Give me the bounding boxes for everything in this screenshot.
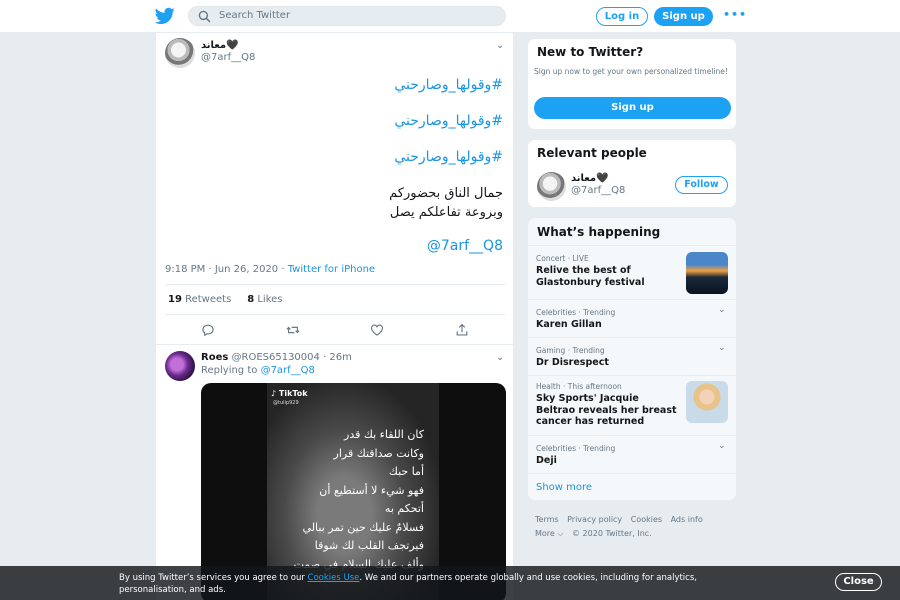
tweet-timestamp: 9:18 PM · Jun 26, 2020 · Twitter for iPh… <box>165 264 375 275</box>
tweet-author-handle[interactable]: @7arf__Q8 <box>201 52 255 63</box>
trend-item[interactable]: Gaming · Trending Dr Disrespect ⌄ <box>528 337 736 375</box>
caption-line: وكانت صداقتك قرار <box>333 446 424 460</box>
video-caption-text: كان اللقاء بك قدر وكانت صداقتك قرار أما … <box>264 426 424 574</box>
reply-author: Roes @ROES65130004 · 26m <box>201 352 352 363</box>
tweet-text-line: وبروعة تفاعلكم يصل <box>389 205 503 220</box>
cookie-text-before: By using Twitter’s services you agree to… <box>119 573 308 583</box>
footer-link-privacy[interactable]: Privacy policy <box>567 515 622 524</box>
footer-link-cookies[interactable]: Cookies <box>631 515 662 524</box>
caption-line: فسلامٌ عليك حين تمر ببالي <box>302 520 424 534</box>
avatar[interactable] <box>165 351 195 381</box>
footer-more-link[interactable]: More ⌵ <box>535 529 563 538</box>
trend-name: Sky Sports' Jacquie Beltrao reveals her … <box>536 393 677 427</box>
card-subtitle: Sign up now to get your own personalized… <box>534 67 728 76</box>
share-icon[interactable] <box>455 323 469 337</box>
copyright: © 2020 Twitter, Inc. <box>572 529 652 538</box>
caption-line: أتحكم به <box>384 502 424 515</box>
caption-line: أما حبك <box>388 465 424 478</box>
tiktok-username: @tulip929 <box>273 400 299 406</box>
trend-item[interactable]: Celebrities · Trending Karen Gillan ⌄ <box>528 299 736 337</box>
twitter-bird-icon[interactable] <box>155 7 175 25</box>
relevant-person-name[interactable]: معاند🖤 <box>571 173 609 184</box>
reply-tweet: Roes @ROES65130004 · 26m ⌄ Replying to @… <box>156 346 513 600</box>
caption-line: كان اللقاء بك قدر <box>344 428 424 441</box>
hashtag-link[interactable]: #وقولها_وصارحني <box>394 77 503 93</box>
retweet-icon[interactable] <box>286 323 300 337</box>
footer-link-terms[interactable]: Terms <box>535 515 559 524</box>
caption-line: فهو شيء لا أستطيع أن <box>319 483 424 497</box>
tweet-source-link[interactable]: Twitter for iPhone <box>288 264 375 275</box>
trend-item[interactable]: Celebrities · Trending Deji ⌄ <box>528 435 736 473</box>
chevron-down-icon[interactable]: ⌄ <box>496 40 504 51</box>
chevron-down-icon[interactable]: ⌄ <box>718 305 726 315</box>
retweets-label[interactable]: Retweets <box>185 294 231 305</box>
card-title: What’s happening <box>537 225 661 239</box>
caption-line: فيرتجف القلب لك شوقا <box>314 539 424 552</box>
chevron-down-icon[interactable]: ⌄ <box>718 441 726 451</box>
mention-link[interactable]: @7arf__Q8 <box>427 238 503 254</box>
cookie-text: By using Twitter’s services you agree to… <box>119 572 729 596</box>
trend-context: Health · This afternoon <box>536 382 622 391</box>
retweets-count[interactable]: 19 <box>168 294 182 305</box>
divider <box>528 473 736 474</box>
trend-context: Celebrities · Trending <box>536 308 616 317</box>
trend-thumbnail <box>686 381 728 423</box>
signup-button[interactable]: Sign up <box>654 7 713 26</box>
card-title: New to Twitter? <box>537 45 644 59</box>
card-title: Relevant people <box>537 146 647 160</box>
trend-name: Deji <box>536 455 557 466</box>
search-input[interactable]: Search Twitter <box>188 6 506 26</box>
trend-context: Gaming · Trending <box>536 346 605 355</box>
trend-name: Relive the best of Glastonbury festival <box>536 265 645 288</box>
search-placeholder: Search Twitter <box>219 10 291 21</box>
trend-thumbnail <box>686 252 728 294</box>
reply-author-name[interactable]: Roes <box>201 352 228 363</box>
tweet-stats: 19 Retweets 8 Likes <box>168 294 283 305</box>
replying-handle-link[interactable]: @7arf__Q8 <box>261 365 315 376</box>
reply-icon[interactable] <box>201 323 215 337</box>
avatar[interactable] <box>537 172 566 201</box>
more-options-icon[interactable]: ••• <box>723 8 747 21</box>
likes-label[interactable]: Likes <box>257 294 282 305</box>
replying-to: Replying to @7arf__Q8 <box>201 365 315 376</box>
show-more-link[interactable]: Show more <box>536 482 592 493</box>
follow-button[interactable]: Follow <box>675 176 728 194</box>
divider <box>165 314 505 315</box>
footer: Terms Privacy policy Cookies Ads info Mo… <box>535 513 735 541</box>
trend-context: Celebrities · Trending <box>536 444 616 453</box>
tweet-author-name[interactable]: معاند🖤 <box>201 40 239 51</box>
trend-item[interactable]: Health · This afternoon Sky Sports' Jacq… <box>528 375 736 435</box>
main-timeline: معاند🖤 @7arf__Q8 ⌄ #وقولها_وصارحني #وقول… <box>155 33 514 600</box>
relevant-people-card: Relevant people معاند🖤 @7arf__Q8 Follow <box>527 139 737 208</box>
chevron-down-icon[interactable]: ⌄ <box>496 352 504 363</box>
trend-item[interactable]: Concert · LIVE Relive the best of Glasto… <box>528 245 736 299</box>
hashtag-link[interactable]: #وقولها_وصارحني <box>394 149 503 165</box>
hashtag-link[interactable]: #وقولها_وصارحني <box>394 113 503 129</box>
login-button[interactable]: Log in <box>596 7 648 26</box>
top-navigation-bar: Search Twitter Log in Sign up ••• <box>0 0 900 33</box>
footer-link-ads-info[interactable]: Ads info <box>671 515 703 524</box>
whats-happening-card: What’s happening Concert · LIVE Relive t… <box>527 217 737 501</box>
trend-context: Concert · LIVE <box>536 254 589 263</box>
reply-author-handle[interactable]: @ROES65130004 · 26m <box>232 352 352 363</box>
trend-name: Dr Disrespect <box>536 357 609 368</box>
chevron-down-icon[interactable]: ⌄ <box>718 343 726 353</box>
trend-name: Karen Gillan <box>536 319 602 330</box>
like-icon[interactable] <box>370 323 384 337</box>
main-tweet: معاند🖤 @7arf__Q8 ⌄ #وقولها_وصارحني #وقول… <box>156 33 513 345</box>
tweet-text-line: جمال الناق بحضوركم <box>389 186 503 201</box>
tiktok-watermark: ♪ TikTok <box>271 389 308 398</box>
new-to-twitter-card: New to Twitter? Sign up now to get your … <box>527 38 737 130</box>
cookies-use-link[interactable]: Cookies Use <box>308 573 360 583</box>
tweet-time[interactable]: 9:18 PM · Jun 26, 2020 · <box>165 264 288 275</box>
sidebar-signup-button[interactable]: Sign up <box>534 97 731 119</box>
search-icon <box>198 10 211 23</box>
avatar[interactable] <box>165 38 195 68</box>
close-cookie-button[interactable]: Close <box>835 573 882 591</box>
divider <box>165 284 505 285</box>
relevant-person-handle[interactable]: @7arf__Q8 <box>571 185 625 196</box>
replying-prefix: Replying to <box>201 365 261 376</box>
likes-count[interactable]: 8 <box>247 294 254 305</box>
cookie-banner: By using Twitter’s services you agree to… <box>0 566 900 600</box>
